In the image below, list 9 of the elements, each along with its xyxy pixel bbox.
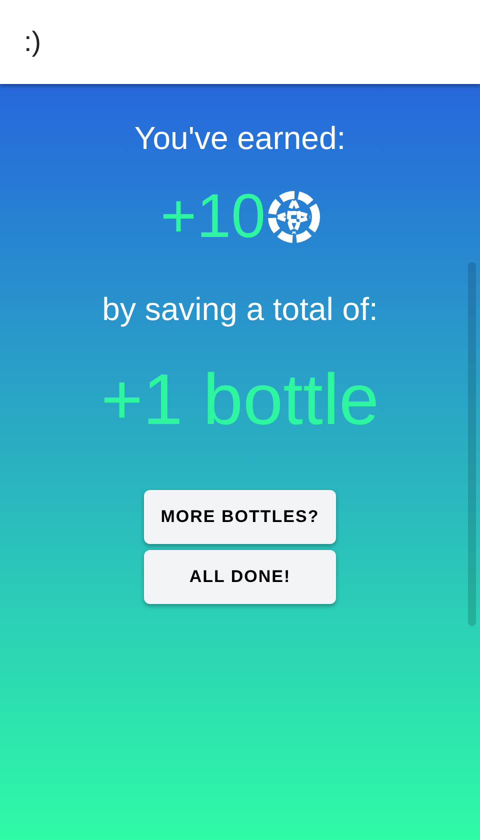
header-title: :) [24, 26, 42, 58]
action-button[interactable]: MORE BOTTLES? [144, 490, 336, 544]
earned-label: You've earned: [134, 120, 346, 157]
coin-icon [268, 191, 320, 243]
scrollbar[interactable] [468, 262, 476, 626]
bottles-amount: +1 bottle [100, 359, 380, 442]
action-button[interactable]: ALL DONE! [144, 550, 336, 604]
saved-label: by saving a total of: [102, 291, 378, 328]
points-amount: +10 [160, 181, 266, 253]
